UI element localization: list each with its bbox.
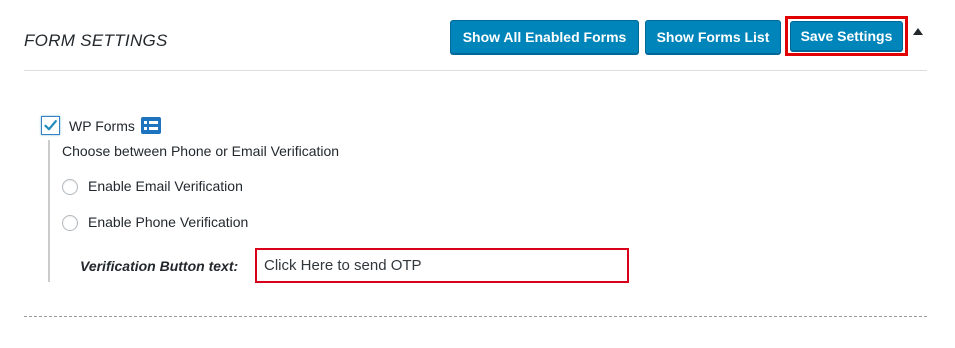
phone-verification-radio[interactable] [62, 215, 78, 231]
section-bottom-divider [24, 316, 927, 317]
save-settings-highlight: Save Settings [785, 16, 908, 56]
email-verification-label[interactable]: Enable Email Verification [88, 178, 243, 194]
triangle-up-icon[interactable] [913, 28, 923, 35]
header-divider [24, 70, 927, 71]
show-forms-list-button[interactable]: Show Forms List [645, 20, 781, 54]
save-settings-button[interactable]: Save Settings [790, 21, 903, 51]
options-indent-line [48, 140, 50, 282]
verification-button-text-input[interactable] [255, 248, 629, 283]
wp-forms-label: WP Forms [69, 118, 135, 134]
form-list-icon[interactable] [141, 117, 161, 134]
page-title: FORM SETTINGS [24, 31, 168, 50]
verification-choice-text: Choose between Phone or Email Verificati… [62, 143, 340, 159]
phone-verification-label[interactable]: Enable Phone Verification [88, 214, 248, 230]
verification-button-text-label: Verification Button text: [80, 258, 239, 274]
checkmark-icon [44, 120, 57, 131]
email-verification-radio[interactable] [62, 179, 78, 195]
show-all-enabled-forms-button[interactable]: Show All Enabled Forms [450, 20, 639, 54]
wp-forms-checkbox[interactable] [41, 116, 60, 135]
